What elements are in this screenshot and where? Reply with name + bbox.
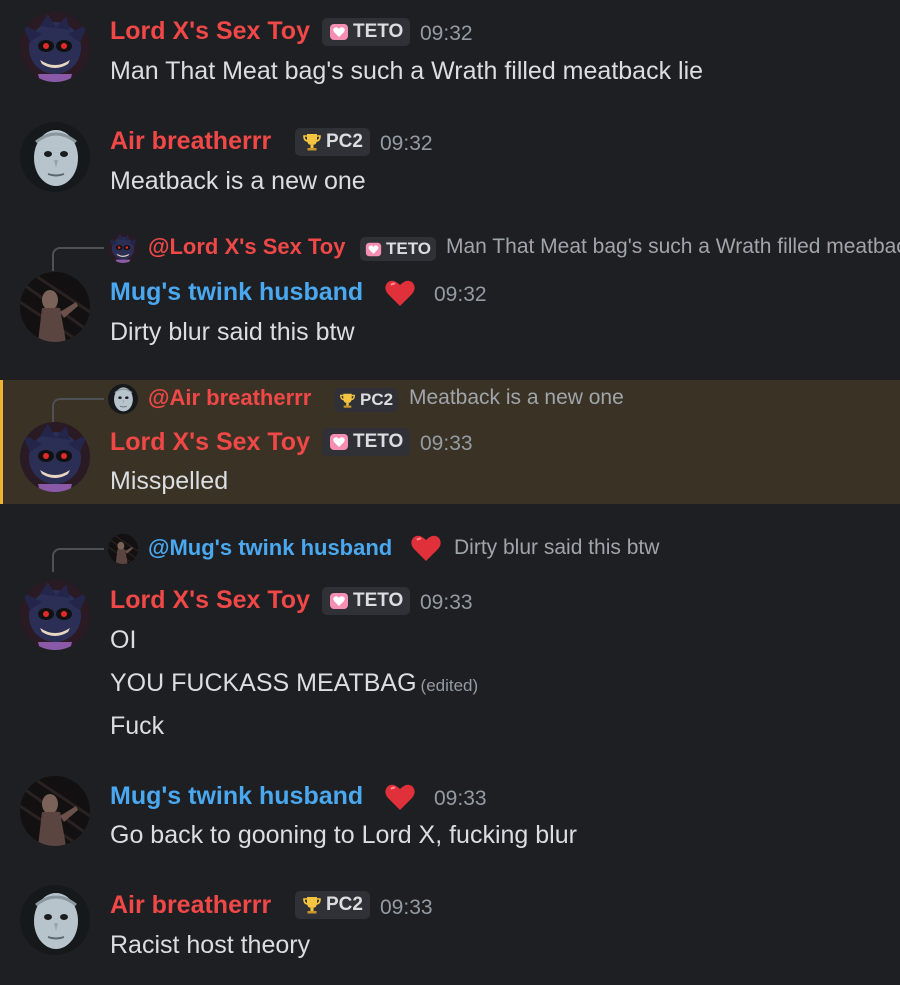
avatar[interactable]: [20, 122, 90, 192]
message-line: YOU FUCKASS MEATBAG: [110, 669, 417, 697]
red-heart-icon: [384, 277, 416, 309]
reply-spine: [52, 398, 104, 422]
author-name[interactable]: Lord X's Sex Toy: [110, 428, 310, 457]
message-text: Fuck: [110, 712, 165, 740]
timestamp: 09:32: [420, 22, 473, 45]
role-badge[interactable]: PC2: [295, 891, 370, 919]
message[interactable]: Air breatherrr PC2 09:33 Racist host the…: [0, 880, 900, 985]
timestamp: 09:32: [434, 283, 487, 306]
author-name[interactable]: Air breatherrr: [110, 891, 271, 920]
trophy-icon: [302, 132, 322, 152]
avatar[interactable]: [20, 12, 90, 82]
message-text: Meatback is a new one: [110, 167, 366, 195]
author-name[interactable]: Lord X's Sex Toy: [110, 17, 310, 46]
message[interactable]: @Mug's twink husband Dirty blur said thi…: [0, 530, 900, 750]
edited-label: (edited): [420, 676, 479, 695]
reply-author[interactable]: @Lord X's Sex Toy: [148, 234, 345, 260]
red-heart-icon: [410, 532, 442, 564]
badge-label: TETO: [353, 431, 404, 452]
pink-heart-icon: [329, 432, 349, 452]
message[interactable]: @Lord X's Sex Toy TETO Man That Meat bag…: [0, 220, 900, 380]
role-badge[interactable]: TETO: [360, 237, 437, 261]
author-name[interactable]: Lord X's Sex Toy: [110, 586, 310, 615]
message-text: OI: [110, 626, 137, 654]
author-name[interactable]: Mug's twink husband: [110, 782, 363, 811]
reply-spine: [52, 247, 104, 271]
badge-label: PC2: [326, 894, 363, 915]
message-text: YOU FUCKASS MEATBAG (edited): [110, 669, 478, 698]
reply-avatar: [108, 384, 138, 414]
badge-label: TETO: [353, 21, 404, 42]
message-text: Misspelled: [110, 467, 229, 495]
pink-heart-icon: [329, 22, 349, 42]
trophy-icon: [302, 895, 322, 915]
timestamp: 09:33: [434, 787, 487, 810]
reply-preview[interactable]: @Air breatherrr PC2 Meatback is a new on…: [52, 384, 900, 422]
message-text: Racist host theory: [110, 931, 311, 959]
avatar[interactable]: [20, 776, 90, 846]
reply-spine: [52, 548, 104, 572]
reply-avatar: [108, 233, 138, 263]
badge-label: TETO: [386, 239, 432, 258]
badge-label: TETO: [353, 590, 404, 611]
avatar[interactable]: [20, 422, 90, 492]
timestamp: 09:32: [380, 132, 433, 155]
pink-heart-icon: [365, 241, 382, 258]
role-badge[interactable]: TETO: [322, 428, 411, 456]
avatar[interactable]: [20, 885, 90, 955]
timestamp: 09:33: [420, 432, 473, 455]
avatar[interactable]: [20, 272, 90, 342]
reply-preview[interactable]: @Mug's twink husband Dirty blur said thi…: [52, 532, 900, 572]
role-badge[interactable]: TETO: [322, 587, 411, 615]
role-badge[interactable]: PC2: [334, 388, 399, 412]
pink-heart-icon: [329, 591, 349, 611]
author-name[interactable]: Air breatherrr: [110, 127, 271, 156]
role-badge[interactable]: TETO: [322, 18, 411, 46]
reply-text: Meatback is a new one: [409, 386, 624, 409]
timestamp: 09:33: [420, 591, 473, 614]
avatar[interactable]: [20, 580, 90, 650]
reply-author[interactable]: @Mug's twink husband: [148, 535, 392, 561]
reply-avatar: [108, 534, 138, 564]
message-text: Dirty blur said this btw: [110, 318, 355, 346]
message[interactable]: Lord X's Sex Toy TETO 09:32 Man That Mea…: [0, 0, 900, 110]
badge-label: PC2: [360, 390, 394, 409]
message-text: Go back to gooning to Lord X, fucking bl…: [110, 821, 577, 849]
message-text: Man That Meat bag's such a Wrath filled …: [110, 57, 704, 85]
reply-preview[interactable]: @Lord X's Sex Toy TETO Man That Meat bag…: [52, 233, 900, 271]
message-highlighted[interactable]: @Air breatherrr PC2 Meatback is a new on…: [0, 380, 900, 504]
red-heart-icon: [384, 781, 416, 813]
reply-author[interactable]: @Air breatherrr: [148, 385, 311, 411]
reply-text: Man That Meat bag's such a Wrath filled …: [446, 235, 900, 258]
trophy-icon: [339, 392, 356, 409]
message[interactable]: Air breatherrr PC2 09:32 Meatback is a n…: [0, 110, 900, 220]
reply-text: Dirty blur said this btw: [454, 536, 660, 559]
author-name[interactable]: Mug's twink husband: [110, 278, 363, 307]
role-badge[interactable]: PC2: [295, 128, 370, 156]
message[interactable]: Mug's twink husband 09:33 Go back to goo…: [0, 770, 900, 870]
timestamp: 09:33: [380, 896, 433, 919]
badge-label: PC2: [326, 131, 363, 152]
